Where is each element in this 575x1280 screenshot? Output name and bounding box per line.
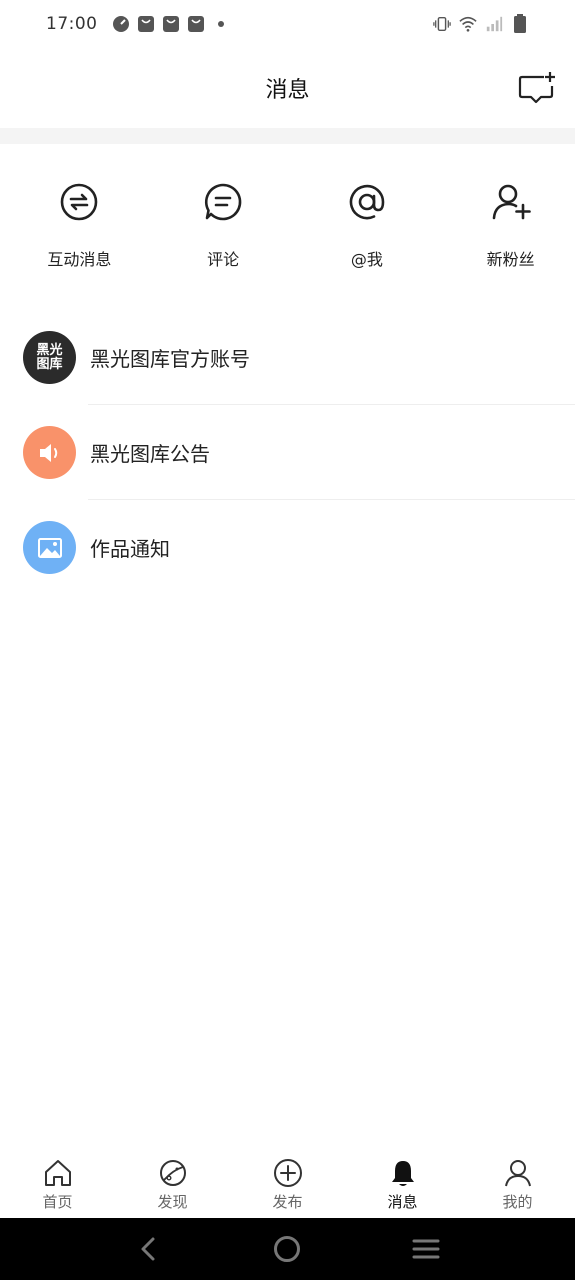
status-time: 17:00 bbox=[46, 14, 98, 34]
nav-profile[interactable]: 我的 bbox=[460, 1150, 575, 1218]
vibrate-icon bbox=[433, 15, 451, 33]
list-item-title: 作品通知 bbox=[90, 537, 170, 561]
recents-button[interactable] bbox=[404, 1227, 448, 1271]
nav-messages[interactable]: 消息 bbox=[345, 1150, 460, 1218]
nav-label: 发现 bbox=[157, 1193, 188, 1211]
bell-icon bbox=[387, 1157, 419, 1189]
list-item-work-notification[interactable]: 作品通知 bbox=[0, 500, 575, 595]
at-icon bbox=[345, 180, 389, 224]
avatar: 黑光 图库 bbox=[23, 331, 76, 384]
avatar-logo-text: 图库 bbox=[36, 356, 63, 372]
planet-icon bbox=[157, 1157, 189, 1189]
battery-icon bbox=[511, 14, 529, 33]
shopping-bag-icon bbox=[162, 15, 180, 33]
header-divider bbox=[0, 128, 575, 144]
new-chat-icon bbox=[518, 72, 555, 104]
quick-actions: 互动消息 评论 @我 新粉丝 bbox=[0, 180, 575, 290]
bottom-nav: 首页 发现 发布 消息 我的 bbox=[0, 1150, 575, 1218]
dot-icon bbox=[212, 15, 230, 33]
new-message-button[interactable] bbox=[517, 70, 557, 106]
quick-action-comments[interactable]: 评论 bbox=[159, 180, 288, 290]
home-system-button[interactable] bbox=[265, 1227, 309, 1271]
status-bar: 17:00 bbox=[0, 0, 575, 48]
exchange-icon bbox=[57, 180, 101, 224]
status-notification-icons bbox=[112, 15, 230, 33]
back-arrow-icon bbox=[141, 1237, 155, 1261]
image-icon bbox=[23, 521, 76, 574]
quick-action-interaction[interactable]: 互动消息 bbox=[15, 180, 144, 290]
system-nav-bar bbox=[0, 1218, 575, 1280]
nav-discover[interactable]: 发现 bbox=[115, 1150, 230, 1218]
page-title: 消息 bbox=[265, 78, 310, 103]
list-item-title: 黑光图库公告 bbox=[90, 442, 210, 466]
circle-icon bbox=[274, 1236, 301, 1262]
shopping-bag-icon bbox=[187, 15, 205, 33]
list-item-title: 黑光图库官方账号 bbox=[90, 347, 250, 371]
back-button[interactable] bbox=[127, 1227, 171, 1271]
add-user-icon bbox=[489, 180, 533, 224]
menu-lines-icon bbox=[412, 1239, 440, 1259]
quick-action-mentions[interactable]: @我 bbox=[303, 180, 432, 290]
list-item-official-account[interactable]: 黑光 图库 黑光图库官方账号 bbox=[0, 310, 575, 405]
quick-action-label: 互动消息 bbox=[47, 250, 112, 269]
quick-action-new-followers[interactable]: 新粉丝 bbox=[446, 180, 575, 290]
wifi-icon bbox=[459, 15, 477, 33]
quick-action-label: 新粉丝 bbox=[486, 250, 535, 269]
comment-icon bbox=[201, 180, 245, 224]
nav-label: 首页 bbox=[42, 1193, 73, 1211]
list-item-announcement[interactable]: 黑光图库公告 bbox=[0, 405, 575, 500]
status-system-icons bbox=[433, 14, 529, 33]
speedometer-icon bbox=[112, 15, 130, 33]
plus-circle-icon bbox=[272, 1157, 304, 1189]
speaker-icon bbox=[23, 426, 76, 479]
nav-label: 发布 bbox=[272, 1193, 303, 1211]
avatar-logo-text: 黑光 bbox=[36, 342, 63, 358]
user-icon bbox=[502, 1157, 534, 1189]
home-icon bbox=[42, 1157, 74, 1189]
header: 消息 bbox=[0, 48, 575, 128]
messages-screen: 17:00 消息 互动消息 评论 @我 新粉丝 黑光 图库 黑光图库官方账号 黑… bbox=[0, 0, 575, 1280]
nav-label: 消息 bbox=[387, 1193, 418, 1211]
shopping-bag-icon bbox=[137, 15, 155, 33]
message-list: 黑光 图库 黑光图库官方账号 黑光图库公告 作品通知 bbox=[0, 310, 575, 595]
nav-publish[interactable]: 发布 bbox=[230, 1150, 345, 1218]
nav-label: 我的 bbox=[502, 1193, 533, 1211]
nav-home[interactable]: 首页 bbox=[0, 1150, 115, 1218]
quick-action-label: @我 bbox=[350, 250, 383, 269]
quick-action-label: 评论 bbox=[207, 250, 240, 269]
signal-icon bbox=[485, 15, 503, 33]
